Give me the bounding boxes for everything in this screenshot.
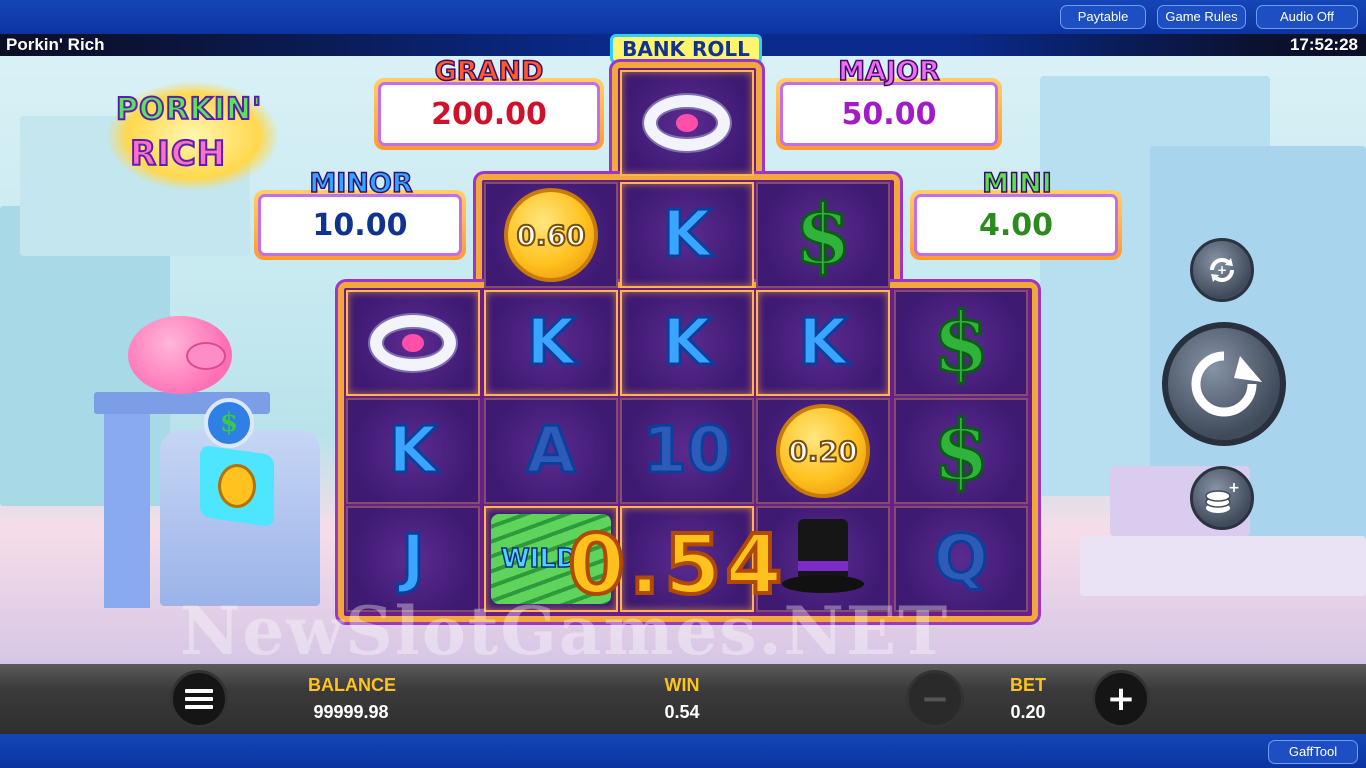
k-symbol: K <box>661 197 714 274</box>
coin-symbol: 0.60 <box>504 188 598 282</box>
major-jackpot-box: 50.00 <box>776 78 1002 150</box>
reel-cell: 10 <box>620 398 754 504</box>
win-value: 0.54 <box>664 702 700 722</box>
balance-value: 99999.98 <box>313 702 389 722</box>
paytable-button[interactable]: Paytable <box>1060 5 1146 29</box>
bet-increase-button[interactable]: + <box>1092 670 1150 728</box>
minor-jackpot-value: 10.00 <box>258 194 462 256</box>
autoplay-icon: + <box>1210 258 1234 282</box>
k-symbol: K <box>525 305 578 382</box>
dollar-symbol: $ <box>931 402 991 501</box>
spin-button[interactable] <box>1162 322 1286 446</box>
reel-cell: K <box>620 182 754 288</box>
minor-jackpot-box: 10.00 <box>254 190 466 260</box>
pig-face-icon <box>402 334 424 352</box>
game-window: Paytable Game Rules Audio Off Porkin' Ri… <box>0 0 1366 768</box>
logo-text-porkin: PORKIN' <box>115 91 263 128</box>
reel-cell: 0.20 <box>756 398 890 504</box>
menu-icon <box>185 689 213 709</box>
bet-value: 0.20 <box>1010 702 1046 722</box>
mini-jackpot-box: 4.00 <box>910 190 1122 260</box>
bankroll-cell <box>620 70 754 176</box>
game-rules-button[interactable]: Game Rules <box>1157 5 1246 29</box>
ten-symbol: 10 <box>641 413 733 490</box>
pig-ring-icon <box>370 315 456 371</box>
mini-jackpot-label: MINI <box>981 167 1052 200</box>
reel-cell: 0.60 <box>484 182 618 288</box>
bet-decrease-button[interactable]: − <box>906 670 964 728</box>
autoplay-button[interactable]: + <box>1190 238 1254 302</box>
top-hat-icon <box>782 519 864 599</box>
dollar-symbol: $ <box>793 186 853 285</box>
wild-label: WILD <box>500 543 578 575</box>
q-symbol: Q <box>932 521 989 598</box>
bottom-bar: BALANCE 99999.98 WIN 0.54 − BET 0.20 + <box>0 664 1366 734</box>
reel-cell: $ <box>894 398 1028 504</box>
reel-cell: K <box>756 290 890 396</box>
coin-icon <box>218 464 256 508</box>
major-jackpot-value: 50.00 <box>780 82 998 146</box>
k-symbol: K <box>797 305 850 382</box>
reel-cell: K <box>484 290 618 396</box>
reel-cell <box>346 290 480 396</box>
logo-text-rich: RICH <box>129 133 227 175</box>
reel-cell: K <box>620 290 754 396</box>
balance-label: BALANCE <box>308 675 396 695</box>
a-symbol: A <box>525 413 578 490</box>
major-jackpot-label: MAJOR <box>837 55 940 88</box>
game-title: Porkin' Rich <box>6 35 105 54</box>
pig-snout-icon <box>186 342 226 370</box>
coin-symbol: 0.20 <box>776 404 870 498</box>
grand-jackpot-label: GRAND <box>434 55 544 88</box>
menu-button[interactable] <box>170 670 228 728</box>
mini-jackpot-value: 4.00 <box>914 194 1118 256</box>
svg-text:+: + <box>1217 263 1227 277</box>
spin-icon <box>1191 351 1262 417</box>
reel-cell: $ <box>894 290 1028 396</box>
coins-plus-icon: + <box>1205 480 1240 513</box>
k-symbol: K <box>661 305 714 382</box>
reel-cell: A <box>484 398 618 504</box>
dollar-symbol: $ <box>931 294 991 393</box>
grand-jackpot-box: 200.00 <box>374 78 604 150</box>
pig-ring-icon <box>644 95 730 151</box>
bet-label: BET <box>1010 675 1046 695</box>
grand-jackpot-value: 200.00 <box>378 82 600 146</box>
background-steps <box>1080 536 1366 596</box>
footer-bar: GaffTool <box>0 734 1366 768</box>
reel-cell: $ <box>756 182 890 288</box>
pig-face-icon <box>676 114 698 132</box>
audio-toggle-button[interactable]: Audio Off <box>1256 5 1358 29</box>
bankroll-label: BANK ROLL <box>610 34 762 64</box>
win-label: WIN <box>664 675 700 695</box>
k-symbol: K <box>387 413 440 490</box>
watermark-text: NewSlotGames.NET <box>180 592 950 670</box>
j-symbol: J <box>400 521 427 598</box>
svg-text:+: + <box>1228 480 1240 496</box>
bet-coins-button[interactable]: + <box>1190 466 1254 530</box>
top-bar: Paytable Game Rules Audio Off <box>0 0 1366 34</box>
clock: 17:52:28 <box>1289 35 1358 54</box>
reel-cell: K <box>346 398 480 504</box>
dollar-badge-icon: $ <box>204 398 254 448</box>
gafftool-button[interactable]: GaffTool <box>1268 740 1358 764</box>
machine-pillar <box>104 412 150 608</box>
minor-jackpot-label: MINOR <box>309 167 414 200</box>
